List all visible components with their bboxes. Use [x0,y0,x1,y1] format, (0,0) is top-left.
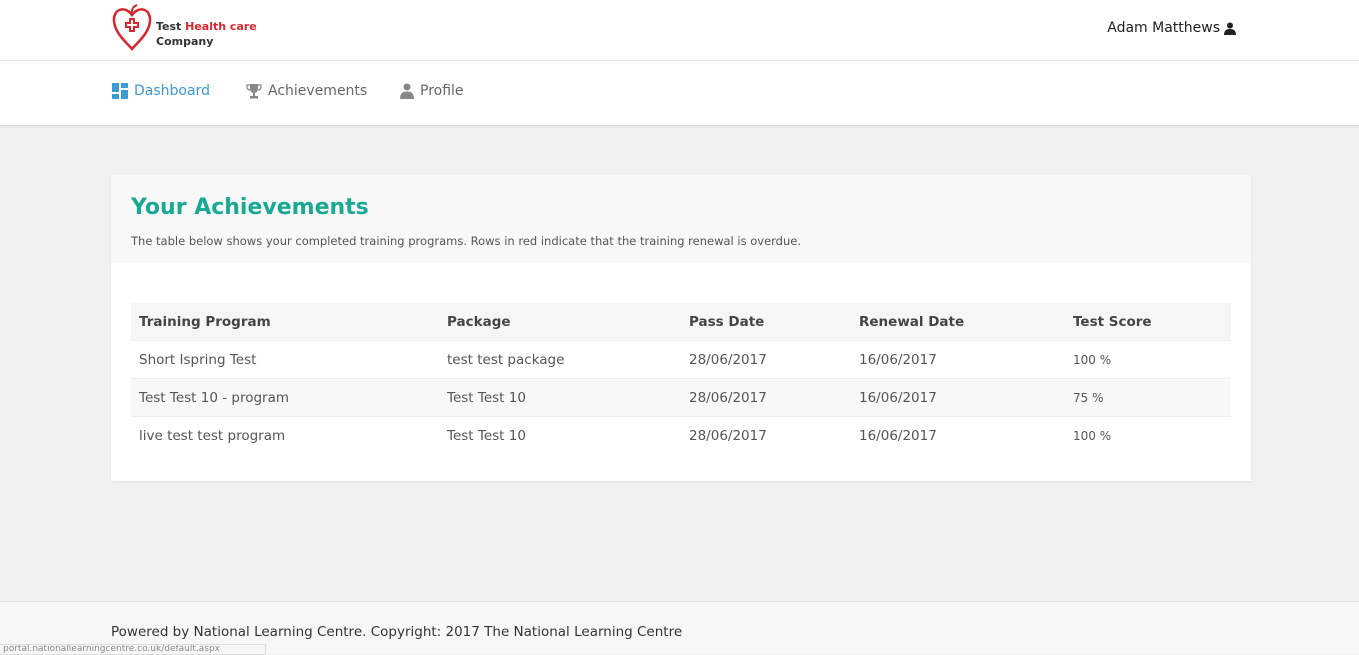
cell-training-program: live test test program [131,416,439,454]
cell-test-score: 100 % [1065,416,1231,454]
company-name: Test Health care Company [156,19,257,49]
company-logo[interactable]: Test Health care Company [111,3,271,55]
achievements-card-header: Your Achievements The table below shows … [111,175,1251,263]
nav-dashboard[interactable]: Dashboard [112,83,210,99]
cell-test-score: 75 % [1065,378,1231,417]
nav-profile[interactable]: Profile [400,83,464,99]
cell-package: Test Test 10 [439,416,681,454]
column-header-test-score[interactable]: Test Score [1065,303,1231,341]
page-title: Your Achievements [131,195,369,220]
dashboard-icon [112,83,128,99]
table-row[interactable]: live test test program Test Test 10 28/0… [131,416,1231,454]
user-name: Adam Matthews [1107,20,1220,36]
cell-pass-date: 28/06/2017 [681,340,851,379]
cell-training-program: Test Test 10 - program [131,378,439,417]
trophy-icon [246,84,262,99]
footer-copyright: Powered by National Learning Centre. Cop… [111,624,683,640]
brand-word-healthcare: Health care [185,20,257,33]
achievements-card: Your Achievements The table below shows … [111,175,1251,481]
heart-cross-logo-icon [112,4,152,51]
top-header: Test Health care Company Adam Matthews [0,0,1359,61]
browser-status-url: portal.nationallearningcentre.co.uk/defa… [0,644,266,655]
table-row[interactable]: Short Ispring Test test test package 28/… [131,340,1231,379]
cell-training-program: Short Ispring Test [131,340,439,379]
user-icon [400,83,414,99]
cell-test-score: 100 % [1065,340,1231,379]
nav-achievements[interactable]: Achievements [246,83,367,99]
cell-renewal-date: 16/06/2017 [851,340,1065,379]
brand-word-test: Test [156,20,186,33]
column-header-training-program[interactable]: Training Program [131,303,439,341]
column-header-package[interactable]: Package [439,303,681,341]
main-nav: Dashboard Achievements Profile [0,61,1359,126]
cell-pass-date: 28/06/2017 [681,378,851,417]
cell-renewal-date: 16/06/2017 [851,378,1065,417]
nav-dashboard-label: Dashboard [134,83,210,99]
table-header-row: Training Program Package Pass Date Renew… [131,303,1231,341]
cell-package: test test package [439,340,681,379]
cell-renewal-date: 16/06/2017 [851,416,1065,454]
cell-pass-date: 28/06/2017 [681,416,851,454]
brand-word-company: Company [156,35,214,48]
user-menu[interactable]: Adam Matthews [1107,20,1236,36]
column-header-pass-date[interactable]: Pass Date [681,303,851,341]
user-icon [1224,22,1236,35]
nav-achievements-label: Achievements [268,83,368,99]
achievements-table: Training Program Package Pass Date Renew… [131,303,1231,454]
page-description: The table below shows your completed tra… [131,234,802,248]
column-header-renewal-date[interactable]: Renewal Date [851,303,1065,341]
nav-profile-label: Profile [420,83,464,99]
cell-package: Test Test 10 [439,378,681,417]
table-row[interactable]: Test Test 10 - program Test Test 10 28/0… [131,378,1231,417]
